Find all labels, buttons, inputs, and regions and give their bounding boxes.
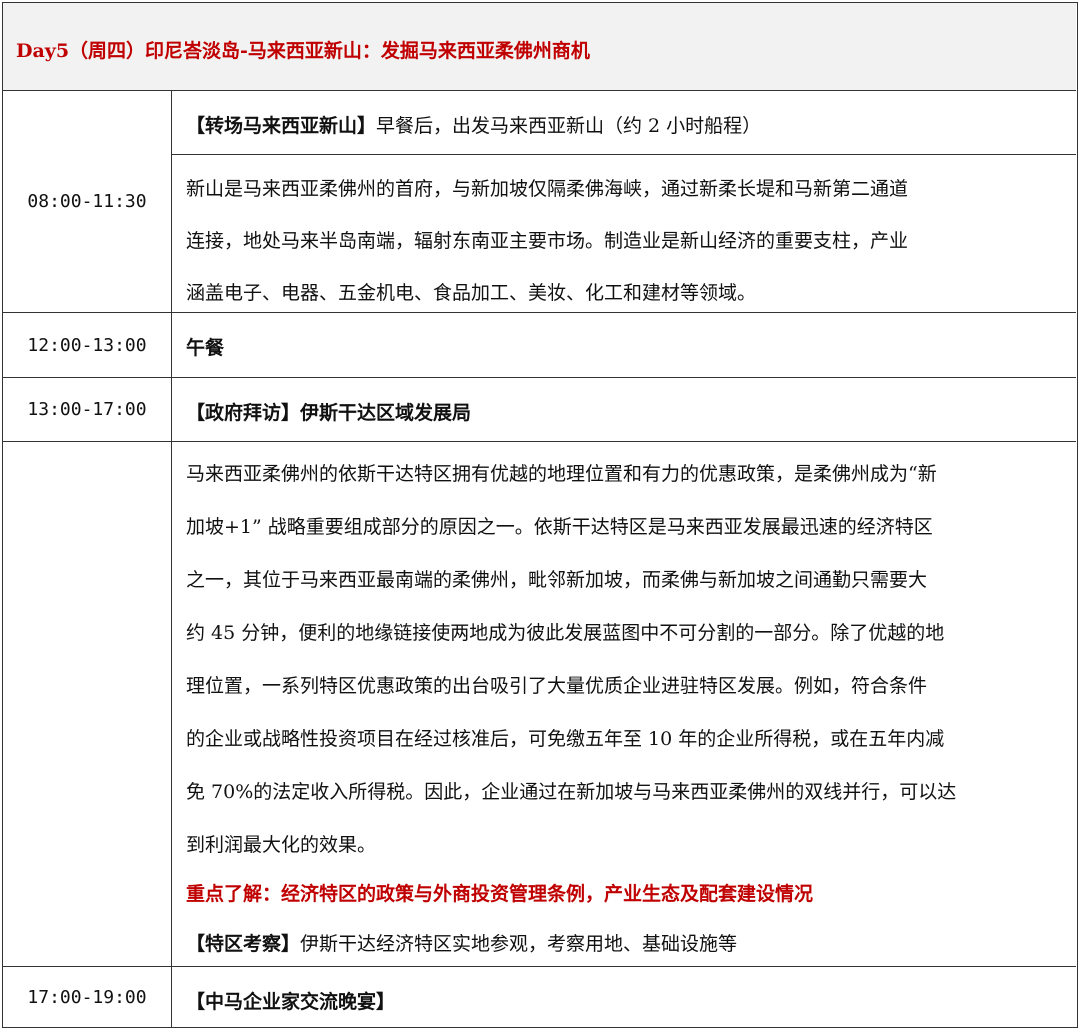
- transfer-tag: 【转场马来西亚新山】: [186, 115, 377, 137]
- para-line: 约 45 分钟，便利的地缘链接使两地成为彼此发展蓝图中不可分割的一部分。除了优越…: [186, 622, 945, 644]
- para-line: 免 70%的法定收入所得税。因此，企业通过在新加坡与马来西亚柔佛州的双线并行，可…: [186, 781, 957, 803]
- schedule-row-zone-detail: 马来西亚柔佛州的依斯干达特区拥有优越的地理位置和有力的优惠政策，是柔佛州成为“新…: [3, 442, 1076, 967]
- transfer-line: 【转场马来西亚新山】早餐后，出发马来西亚新山（约 2 小时船程）: [186, 111, 1066, 138]
- schedule-row-transfer: 08:00-11:30 【转场马来西亚新山】早餐后，出发马来西亚新山（约 2 小…: [3, 91, 1076, 313]
- content-cell: 【政府拜访】伊斯干达区域发展局: [172, 378, 1076, 441]
- content-cell: 马来西亚柔佛州的依斯干达特区拥有优越的地理位置和有力的优惠政策，是柔佛州成为“新…: [172, 442, 1076, 966]
- itinerary-table: Day5（周四）印尼峇淡岛-马来西亚新山：发掘马来西亚柔佛州商机 08:00-1…: [2, 2, 1078, 1028]
- time-cell: 17:00-19:00: [3, 967, 172, 1027]
- desc-line: 涵盖电子、电器、五金机电、食品加工、美妆、化工和建材等领域。: [186, 282, 757, 304]
- dinner-text: 【中马企业家交流晚宴】: [186, 991, 396, 1013]
- para-line: 加坡+1” 战略重要组成部分的原因之一。依斯干达特区是马来西亚发展最迅速的经济特…: [186, 516, 933, 538]
- transfer-text: 早餐后，出发马来西亚新山（约 2 小时船程）: [376, 115, 762, 137]
- desc-line: 新山是马来西亚柔佛州的首府，与新加坡仅隔柔佛海峡，通过新柔长堤和马新第二通道: [186, 178, 909, 200]
- zone-visit-text: 伊斯干达经济特区实地参观，考察用地、基础设施等: [300, 933, 738, 955]
- schedule-row-dinner: 17:00-19:00 【中马企业家交流晚宴】: [3, 967, 1076, 1027]
- time-cell: 13:00-17:00: [3, 378, 172, 441]
- desc-line: 连接，地处马来半岛南端，辐射东南亚主要市场。制造业是新山经济的重要支柱，产业: [186, 230, 909, 252]
- para-line: 之一，其位于马来西亚最南端的柔佛州，毗邻新加坡，而柔佛与新加坡之间通勤只需要大: [186, 569, 928, 591]
- time-cell: [3, 442, 172, 966]
- schedule-row-gov-visit: 13:00-17:00 【政府拜访】伊斯干达区域发展局: [3, 378, 1076, 442]
- para-line: 的企业或战略性投资项目在经过核准后，可免缴五年至 10 年的企业所得税，或在五年…: [186, 728, 945, 750]
- zone-visit-line: 【特区考察】伊斯干达经济特区实地参观，考察用地、基础设施等: [186, 929, 1066, 956]
- highlight-line: 重点了解：经济特区的政策与外商投资管理条例，产业生态及配套建设情况: [186, 883, 814, 905]
- gov-visit-tag: 【政府拜访】: [186, 402, 301, 424]
- day-title: Day5（周四）印尼峇淡岛-马来西亚新山：发掘马来西亚柔佛州商机: [16, 40, 590, 62]
- content-cell: 午餐: [172, 313, 1076, 377]
- gov-visit-text: 伊斯干达区域发展局: [300, 402, 472, 424]
- day-title-bar: Day5（周四）印尼峇淡岛-马来西亚新山：发掘马来西亚柔佛州商机: [3, 3, 1076, 91]
- lunch-text: 午餐: [186, 337, 225, 359]
- para-line: 马来西亚柔佛州的依斯干达特区拥有优越的地理位置和有力的优惠政策，是柔佛州成为“新: [186, 463, 937, 485]
- gov-visit-line: 【政府拜访】伊斯干达区域发展局: [186, 398, 1066, 425]
- content-cell: 【转场马来西亚新山】早餐后，出发马来西亚新山（约 2 小时船程） 新山是马来西亚…: [172, 91, 1076, 312]
- para-line: 到利润最大化的效果。: [186, 834, 377, 856]
- para-line: 理位置，一系列特区优惠政策的出台吸引了大量优质企业进驻特区发展。例如，符合条件: [186, 675, 928, 697]
- time-cell: 08:00-11:30: [3, 91, 172, 312]
- time-cell: 12:00-13:00: [3, 313, 172, 377]
- content-cell: 【中马企业家交流晚宴】: [172, 967, 1076, 1027]
- zone-visit-tag: 【特区考察】: [186, 933, 301, 955]
- schedule-row-lunch: 12:00-13:00 午餐: [3, 313, 1076, 378]
- cell-divider: [172, 154, 1076, 155]
